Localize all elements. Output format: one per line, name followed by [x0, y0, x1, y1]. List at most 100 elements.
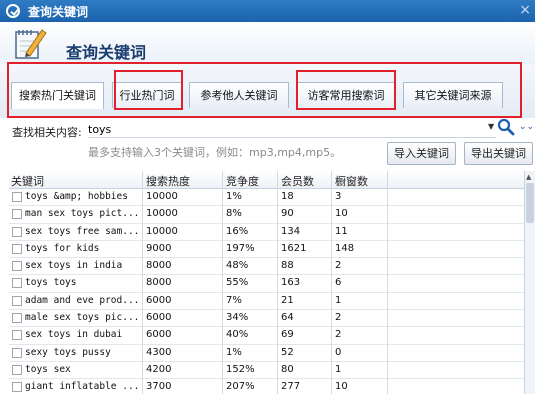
row-checkbox[interactable]	[12, 278, 22, 289]
export-keywords-button[interactable]: 导出关键词	[464, 142, 533, 165]
table-cell: 4200	[146, 363, 172, 375]
table-cell: 2	[335, 312, 342, 324]
table-cell: 4300	[146, 346, 172, 358]
row-checkbox[interactable]	[12, 261, 22, 272]
table-cell: 3700	[146, 381, 172, 393]
table-cell: 48%	[226, 260, 249, 272]
keyword-cell: sex toys in dubai	[25, 329, 123, 341]
table-cell: 10000	[146, 208, 178, 220]
keyword-cell: giant inflatable ...	[25, 381, 140, 393]
table-cell: 148	[335, 242, 355, 254]
tab-reference-keywords[interactable]: 参考他人关键词	[189, 82, 289, 108]
import-keywords-button[interactable]: 导入关键词	[387, 142, 456, 165]
row-checkbox[interactable]	[12, 226, 22, 237]
table-cell: 40%	[226, 329, 249, 341]
table-row[interactable]: man sex toys pict... 10000 8% 90 10	[9, 206, 524, 224]
table-row[interactable]: sex toys free sam... 10000 16% 134 11	[9, 224, 524, 241]
table-cell: 134	[281, 225, 301, 237]
table-row[interactable]: sexy toys pussy 4300 1% 52 0	[9, 345, 524, 362]
table-cell: 69	[281, 329, 294, 341]
scroll-up-icon[interactable]: ▲	[526, 173, 531, 181]
table-cell: 6	[335, 277, 342, 289]
keyword-cell: sex toys in india	[25, 260, 123, 272]
table-cell: 8000	[146, 260, 172, 272]
column-divider	[331, 171, 332, 394]
table-cell: 34%	[226, 312, 249, 324]
table-row[interactable]: toys &amp; hobbies 10000 1% 18 3	[9, 189, 524, 207]
tab-other-keyword-sources[interactable]: 其它关键词来源	[403, 82, 503, 108]
table-cell: 16%	[226, 225, 249, 237]
table-cell: 80	[281, 363, 294, 375]
keyword-cell: toys &amp; hobbies	[25, 191, 128, 202]
row-checkbox[interactable]	[12, 243, 22, 254]
tab-hot-keywords[interactable]: 搜索热门关键词	[11, 82, 104, 109]
keyword-cell: toys sex	[25, 363, 71, 375]
table-row[interactable]: toys toys 8000 55% 163 6	[9, 275, 524, 293]
table-cell: 6000	[146, 294, 172, 306]
search-input[interactable]	[88, 121, 496, 138]
table-cell: 6000	[146, 312, 172, 324]
title-bar: 查询关键词 ×	[0, 0, 535, 22]
column-header[interactable]: 会员数	[281, 173, 314, 189]
row-checkbox[interactable]	[12, 330, 22, 341]
search-area: 查找相关内容: ▼ ⌄⌄ 最多支持输入3个关键词，例如：mp3,mp4,mp5。…	[0, 118, 535, 168]
table-row[interactable]: sex toys in dubai 6000 40% 69 2	[9, 327, 524, 345]
table-row[interactable]: male sex toys pic... 6000 34% 64 2	[9, 310, 524, 328]
table-cell: 10000	[146, 191, 178, 202]
column-header[interactable]: 搜索热度	[146, 173, 190, 189]
column-header[interactable]: 竞争度	[226, 173, 259, 189]
page-title: 查询关键词	[66, 43, 147, 62]
row-checkbox[interactable]	[12, 313, 22, 324]
window-title: 查询关键词	[28, 4, 89, 19]
row-checkbox[interactable]	[12, 382, 22, 393]
table-cell: 1	[335, 363, 342, 375]
table-cell: 52	[281, 346, 294, 358]
close-icon[interactable]: ×	[519, 2, 531, 18]
table-cell: 18	[281, 191, 294, 202]
table-cell: 2	[335, 329, 342, 341]
search-label: 查找相关内容:	[12, 126, 82, 139]
dialog-header: 查询关键词	[0, 22, 535, 64]
table-row[interactable]: sex toys in india 8000 48% 88 2	[9, 258, 524, 276]
table-cell: 1621	[281, 242, 307, 254]
table-row[interactable]: giant inflatable ... 3700 207% 277 10	[9, 379, 524, 394]
table-cell: 64	[281, 312, 294, 324]
table-cell: 1%	[226, 346, 242, 358]
tab-industry-hot-words[interactable]: 行业热门词	[112, 82, 182, 108]
table-cell: 1	[335, 294, 342, 306]
table-cell: 197%	[226, 242, 255, 254]
table-cell: 0	[335, 346, 342, 358]
table-cell: 163	[281, 277, 301, 289]
keyword-table: 关键词 搜索热度 竞争度 会员数 橱窗数 toys &amp; hobbies 1…	[9, 171, 524, 394]
row-checkbox[interactable]	[12, 295, 22, 306]
keyword-cell: man sex toys pict...	[25, 208, 140, 220]
scroll-thumb[interactable]	[526, 183, 534, 223]
table-cell: 3	[335, 191, 342, 202]
table-cell: 10	[335, 381, 348, 393]
table-cell: 152%	[226, 363, 255, 375]
table-cell: 7%	[226, 294, 242, 306]
row-checkbox[interactable]	[12, 192, 22, 202]
table-cell: 207%	[226, 381, 255, 393]
table-cell: 88	[281, 260, 294, 272]
column-divider	[387, 171, 388, 394]
row-checkbox[interactable]	[12, 347, 22, 358]
table-cell: 9000	[146, 242, 172, 254]
keyword-cell: adam and eve prod...	[25, 294, 140, 306]
search-icon[interactable]	[497, 118, 515, 136]
dropdown-arrow-icon[interactable]: ▼	[488, 122, 494, 131]
tab-visitor-search-words[interactable]: 访客常用搜索词	[296, 82, 396, 108]
column-header[interactable]: 关键词	[11, 173, 44, 189]
tab-bar: 搜索热门关键词 行业热门词 参考他人关键词 访客常用搜索词 其它关键词来源	[0, 64, 535, 119]
column-divider	[277, 171, 278, 394]
row-checkbox[interactable]	[12, 364, 22, 375]
double-chevron-down-icon[interactable]: ⌄⌄	[519, 122, 534, 132]
table-row[interactable]: toys for kids 9000 197% 1621 148	[9, 241, 524, 259]
table-row[interactable]: adam and eve prod... 6000 7% 21 1	[9, 293, 524, 311]
column-header[interactable]: 橱窗数	[335, 173, 368, 189]
table-cell: 11	[335, 225, 348, 237]
row-checkbox[interactable]	[12, 209, 22, 220]
table-scrollbar[interactable]: ▲	[524, 171, 535, 394]
table-cell: 55%	[226, 277, 249, 289]
table-row[interactable]: toys sex 4200 152% 80 1	[9, 362, 524, 380]
